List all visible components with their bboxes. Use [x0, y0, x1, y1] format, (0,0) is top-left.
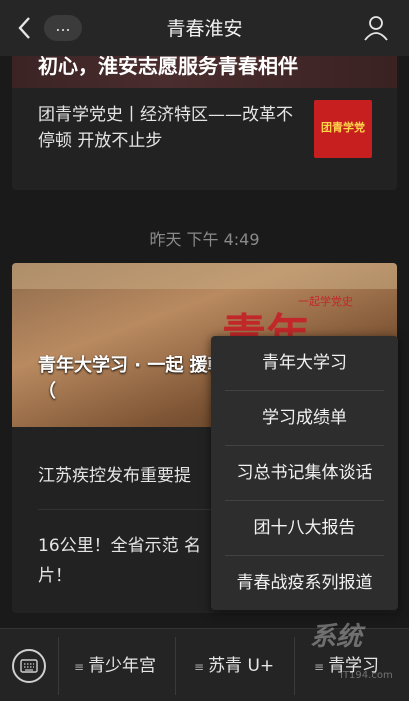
menu-lines-icon: ≡	[314, 660, 325, 674]
top-nav-bar: ... 青春淮安	[0, 0, 409, 56]
user-profile-icon[interactable]	[363, 14, 389, 42]
list-item[interactable]: 江苏疾控发布重要提	[38, 461, 191, 486]
menu-item-tuan-shiba-da[interactable]: 团十八大报告	[211, 501, 398, 555]
page-title: 青春淮安	[166, 18, 243, 40]
menu-item-zhanyi-baodao[interactable]: 青春战疫系列报道	[211, 556, 398, 610]
menu-item-zongshuji-tanhua[interactable]: 习总书记集体谈话	[211, 446, 398, 500]
thumbnail-text: 团青学党	[321, 121, 365, 134]
article-thumbnail[interactable]: 团青学党	[314, 100, 372, 158]
menu-lines-icon: ≡	[74, 660, 85, 674]
menu-item-qingnian-daxuexi[interactable]: 青年大学习	[211, 336, 398, 390]
keyboard-icon[interactable]	[12, 649, 46, 683]
tab-divider	[58, 637, 59, 695]
article-title[interactable]: 团青学党史丨经济特区——改革不停顿 开放不止步	[38, 102, 298, 154]
hero-tag: 一起学党史	[298, 295, 353, 308]
tab-label: 青少年宫	[88, 656, 157, 676]
article-card[interactable]: 初心，淮安志愿服务青春相伴 团青学党史丨经济特区——改革不停顿 开放不止步 团青…	[12, 40, 397, 190]
tab-divider	[294, 637, 295, 695]
list-item[interactable]: 16公里！全省示范 名片！	[38, 531, 228, 591]
tab-label: 苏青 U+	[208, 656, 275, 676]
menu-lines-icon: ≡	[194, 660, 205, 674]
tab-qingshaonian-gong[interactable]: ≡ 青少年宫	[74, 651, 156, 676]
tab-divider	[175, 637, 176, 695]
watermark-logo: 系统	[310, 622, 363, 652]
hero-band	[12, 263, 397, 289]
watermark-site: IT194.com	[340, 670, 393, 681]
tab-suqing-u[interactable]: ≡ 苏青 U+	[194, 651, 274, 676]
menu-item-xuexi-chengjidan[interactable]: 学习成绩单	[211, 391, 398, 445]
popup-menu: 青年大学习 学习成绩单 习总书记集体谈话 团十八大报告 青春战疫系列报道	[211, 336, 398, 610]
message-timestamp: 昨天 下午 4:49	[149, 230, 260, 249]
